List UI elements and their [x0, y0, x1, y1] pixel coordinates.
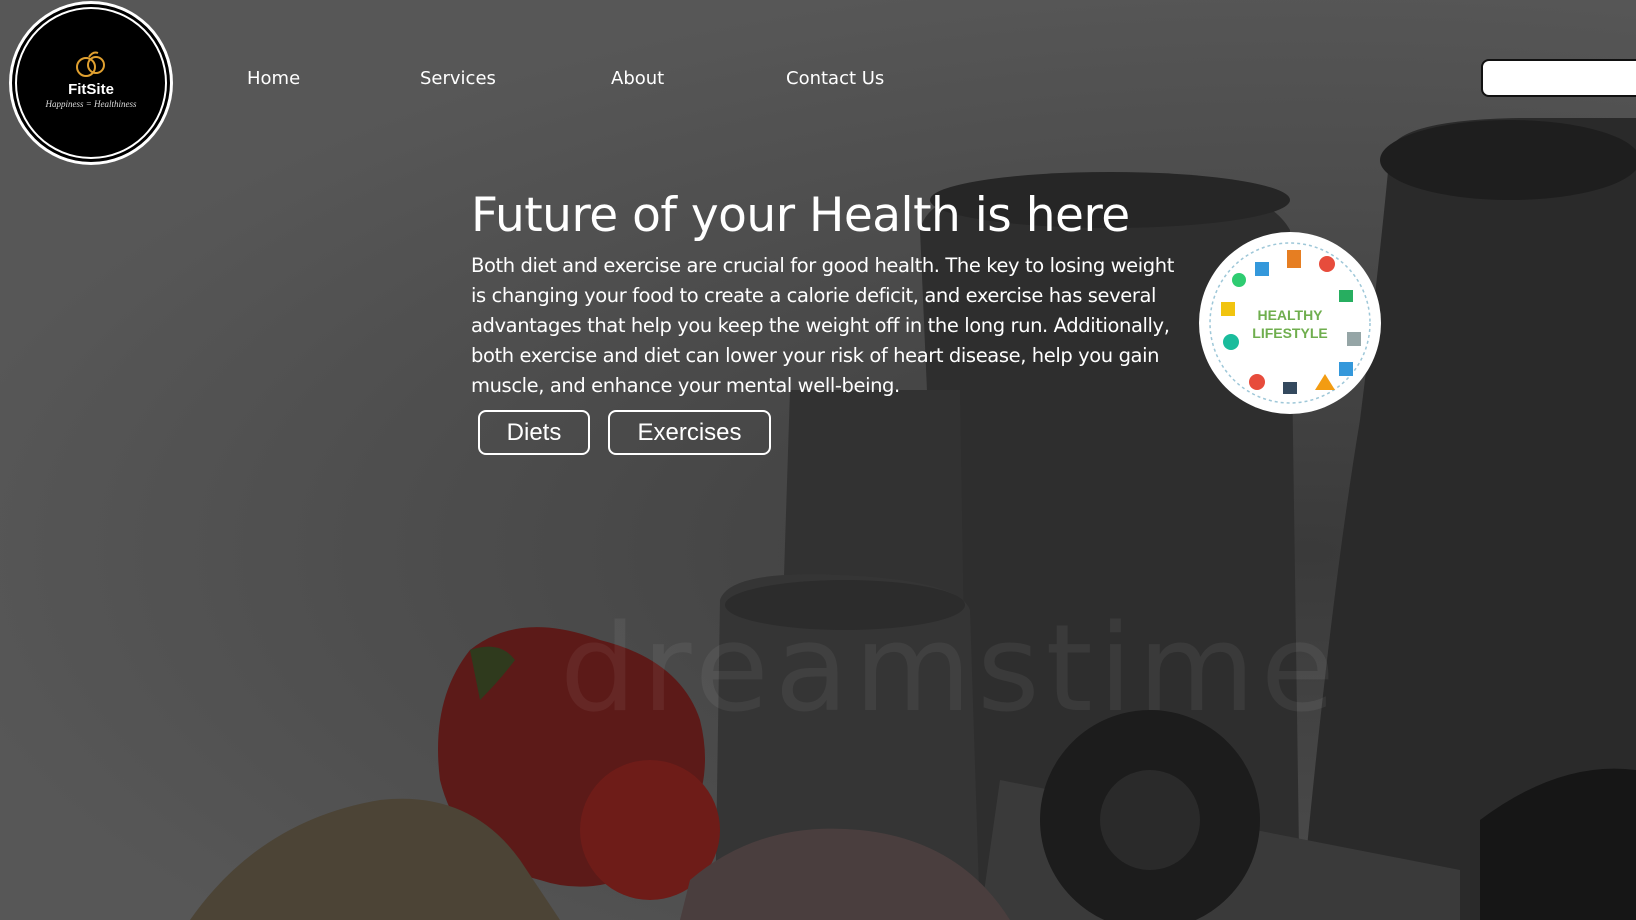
fitsite-logo[interactable]: FitSite Happiness = Healthiness: [9, 1, 173, 165]
nav-item-services[interactable]: Services: [420, 68, 496, 89]
diets-button[interactable]: Diets: [478, 410, 590, 455]
hero-title: Future of your Health is here: [471, 188, 1130, 243]
fruit-logo-icon: [76, 51, 105, 77]
page: dreamstime FitSite Happiness = Healthine…: [0, 0, 1636, 920]
background-photo: [190, 118, 1636, 920]
hero-description: Both diet and exercise are crucial for g…: [471, 254, 1174, 397]
search-input[interactable]: [1481, 59, 1636, 97]
nav-item-home[interactable]: Home: [247, 68, 300, 89]
badge-line-1: HEALTHY: [1257, 307, 1323, 323]
nav-item-about[interactable]: About: [611, 68, 664, 89]
exercises-button[interactable]: Exercises: [608, 410, 771, 455]
logo-brand-name: FitSite: [68, 81, 114, 98]
healthy-lifestyle-badge: HEALTHY LIFESTYLE: [1199, 232, 1381, 414]
nav-item-contact-us[interactable]: Contact Us: [786, 68, 884, 89]
watermark-text: dreamstime: [560, 600, 1341, 739]
badge-line-2: LIFESTYLE: [1252, 325, 1328, 341]
logo-tagline: Happiness = Healthiness: [45, 99, 137, 109]
